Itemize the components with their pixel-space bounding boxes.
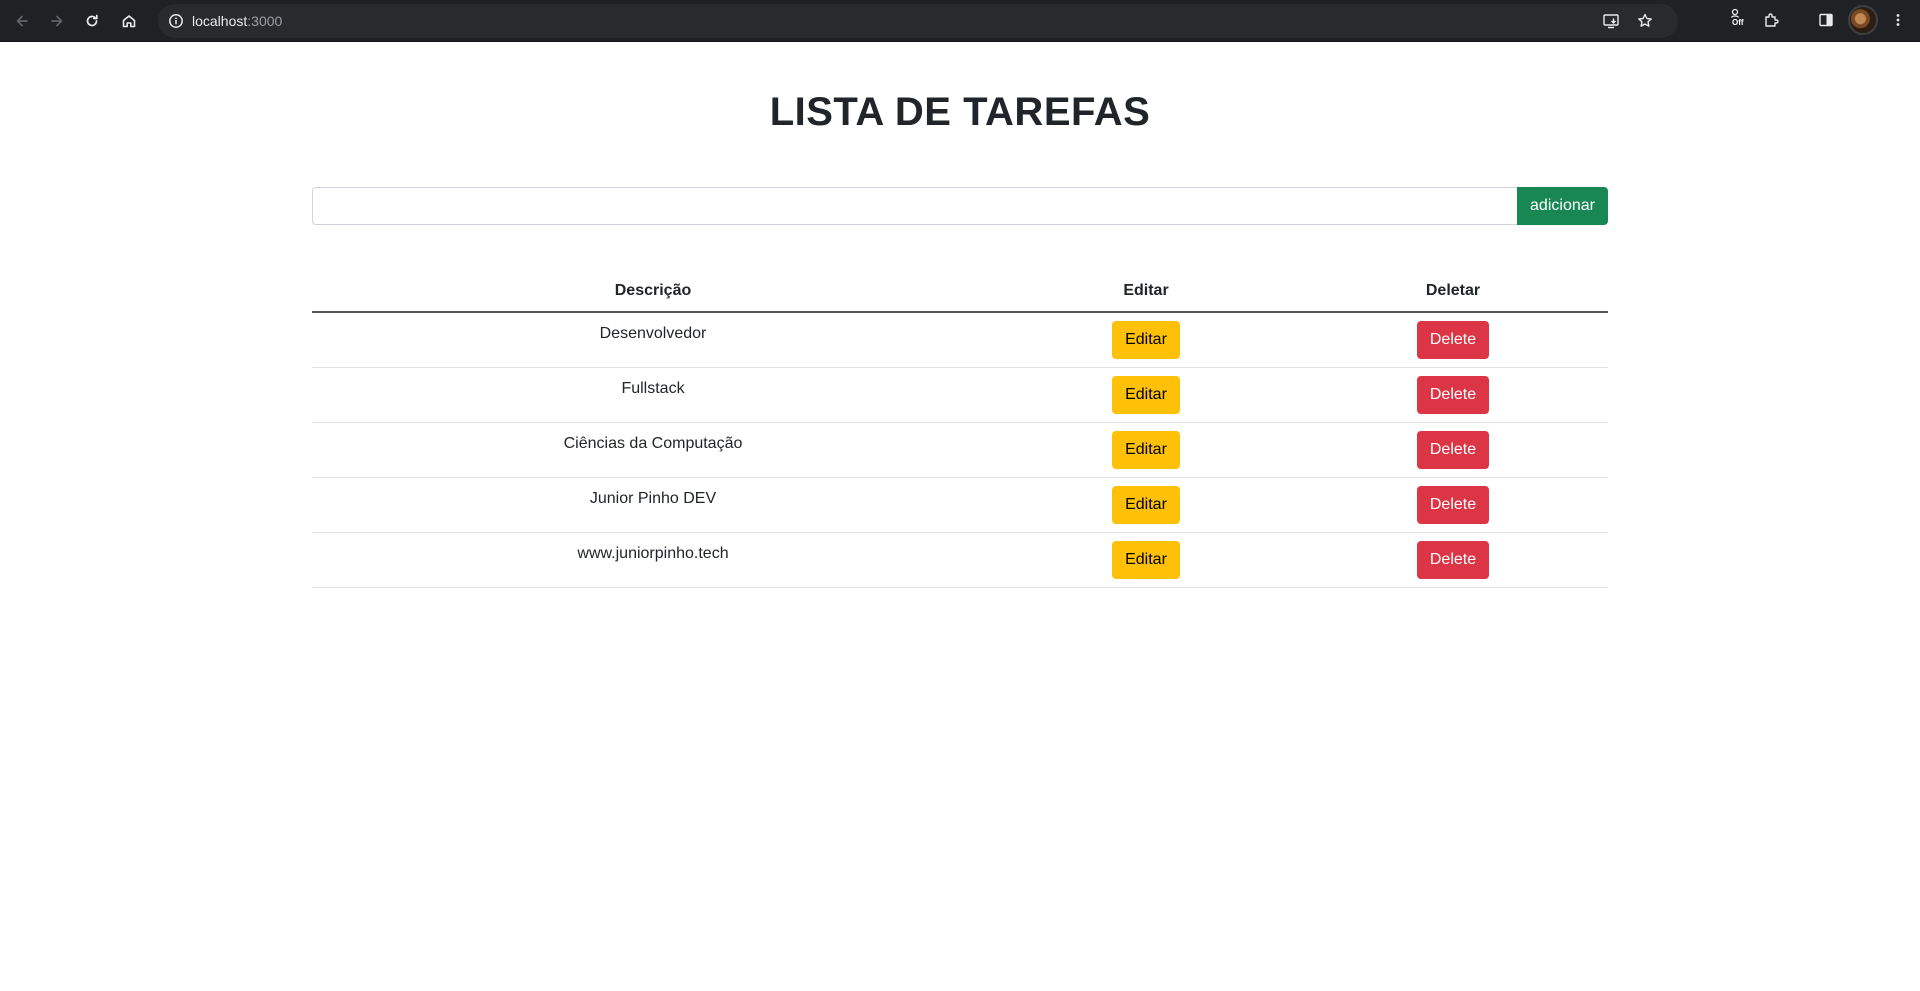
delete-button[interactable]: Delete: [1416, 320, 1490, 359]
reload-button[interactable]: [78, 7, 106, 35]
add-button[interactable]: adicionar: [1517, 187, 1608, 225]
table-row: Ciências da Computação Editar Delete: [312, 422, 1608, 478]
header-description: Descrição: [312, 271, 994, 313]
table-row: Desenvolvedor Editar Delete: [312, 312, 1608, 368]
back-icon: [14, 13, 30, 29]
profile-avatar[interactable]: [1848, 5, 1878, 35]
edit-button[interactable]: Editar: [1112, 375, 1180, 414]
forward-button[interactable]: [43, 7, 71, 35]
page-content: LISTA DE TAREFAS adicionar Descrição Edi…: [0, 42, 1920, 991]
delete-button[interactable]: Delete: [1416, 375, 1490, 414]
reload-icon: [84, 13, 100, 29]
delete-button[interactable]: Delete: [1416, 430, 1490, 469]
extension-off-icon[interactable]: Off: [1726, 8, 1750, 32]
tasks-table: Descrição Editar Deletar Desenvolvedor E…: [312, 271, 1608, 588]
side-panel-icon[interactable]: [1814, 8, 1838, 32]
edit-button[interactable]: Editar: [1112, 430, 1180, 469]
task-input[interactable]: [312, 187, 1518, 225]
delete-button[interactable]: Delete: [1416, 485, 1490, 524]
extensions-puzzle-icon[interactable]: [1760, 8, 1784, 32]
task-description: Fullstack: [312, 367, 994, 423]
add-task-form: adicionar: [312, 187, 1608, 225]
edit-button[interactable]: Editar: [1112, 540, 1180, 579]
edit-button[interactable]: Editar: [1112, 485, 1180, 524]
edit-button[interactable]: Editar: [1112, 320, 1180, 359]
table-row: Fullstack Editar Delete: [312, 367, 1608, 423]
forward-icon: [49, 13, 65, 29]
delete-button[interactable]: Delete: [1416, 540, 1490, 579]
page-title: LISTA DE TAREFAS: [769, 90, 1151, 134]
task-description: Ciências da Computação: [312, 422, 994, 478]
table-header-row: Descrição Editar Deletar: [312, 271, 1608, 313]
header-edit: Editar: [994, 271, 1298, 313]
browser-toolbar: localhost:3000 Off: [0, 0, 1920, 42]
menu-kebab-icon[interactable]: [1886, 8, 1910, 32]
url-port: :3000: [247, 13, 283, 29]
url-host: localhost: [192, 13, 248, 29]
extension-off-badge: Off: [1731, 18, 1745, 27]
install-app-icon[interactable]: [1600, 10, 1622, 32]
task-description: Junior Pinho DEV: [312, 477, 994, 533]
bookmark-star-icon[interactable]: [1634, 10, 1656, 32]
url-text: localhost:3000: [192, 12, 282, 30]
home-button[interactable]: [115, 7, 143, 35]
table-row: www.juniorpinho.tech Editar Delete: [312, 532, 1608, 588]
task-description: www.juniorpinho.tech: [312, 532, 994, 588]
header-delete: Deletar: [1298, 271, 1608, 313]
table-row: Junior Pinho DEV Editar Delete: [312, 477, 1608, 533]
address-bar[interactable]: localhost:3000: [158, 4, 1678, 38]
home-icon: [121, 13, 137, 29]
site-info-icon[interactable]: [168, 13, 184, 29]
task-description: Desenvolvedor: [312, 312, 994, 368]
back-button[interactable]: [8, 7, 36, 35]
